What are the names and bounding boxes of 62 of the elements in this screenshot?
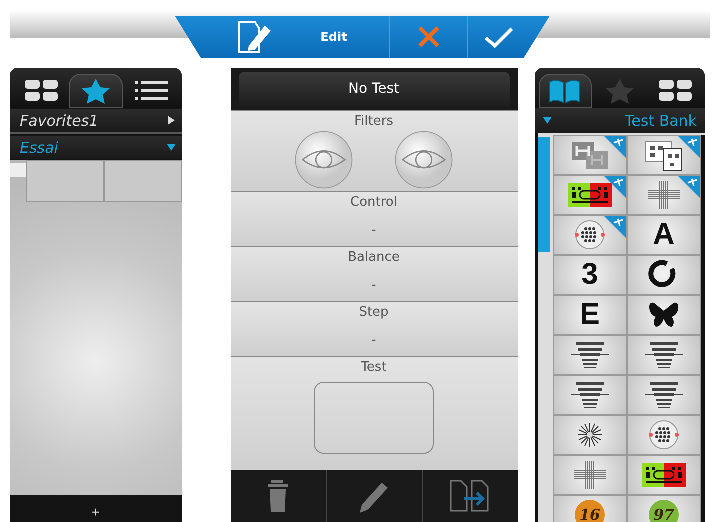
color-plate: 16 — [575, 500, 605, 522]
copy-to-icon — [450, 480, 490, 512]
favorites-list-item[interactable]: Essai — [10, 136, 182, 159]
test-tile[interactable] — [627, 455, 701, 495]
test-tile[interactable] — [553, 135, 627, 175]
test-tile[interactable] — [553, 415, 627, 455]
scrollbar-thumb[interactable] — [538, 137, 550, 252]
test-tile[interactable]: A — [627, 215, 701, 255]
edit-icon — [236, 20, 273, 54]
dropdown-arrow-icon — [543, 116, 552, 125]
eye-icon[interactable] — [294, 130, 354, 190]
optotype-letter: A — [653, 220, 675, 250]
section-title: Balance — [348, 250, 400, 266]
favorites-tab[interactable] — [69, 74, 123, 108]
close-icon — [416, 25, 440, 49]
test-tile[interactable] — [627, 175, 701, 215]
section-title: Test — [361, 360, 387, 376]
test-tile[interactable] — [553, 215, 627, 255]
check-icon — [484, 25, 514, 49]
test-title: No Test — [238, 72, 510, 106]
test-preview-box[interactable] — [314, 382, 434, 454]
test-tile[interactable] — [553, 375, 627, 415]
test-bank-tab[interactable] — [539, 74, 592, 108]
test-tile[interactable] — [627, 375, 701, 415]
test-tile[interactable]: 16 — [553, 495, 627, 522]
section-title: Step — [359, 305, 389, 321]
test-tile[interactable] — [553, 335, 627, 375]
section-title: Control — [350, 195, 398, 211]
optotype-letter: E — [580, 300, 600, 330]
section-value: - — [372, 333, 376, 349]
section-value: - — [372, 278, 376, 294]
test-bank-dropdown[interactable]: Test Bank — [535, 108, 705, 133]
test-tile[interactable] — [627, 255, 701, 295]
acuity-chart-icon — [642, 339, 686, 371]
edit-button[interactable]: Edit — [175, 16, 390, 58]
grid-cell[interactable] — [26, 160, 104, 202]
confirm-button[interactable] — [468, 16, 550, 58]
collapse-arrow-icon — [167, 143, 176, 152]
optotype-letter: 3 — [582, 260, 598, 290]
test-tile[interactable] — [627, 135, 701, 175]
trash-icon — [268, 480, 288, 512]
eye-icon[interactable] — [394, 130, 454, 190]
section-value: - — [372, 223, 376, 239]
test-tile[interactable]: 97 — [627, 495, 701, 522]
expand-arrow-icon — [167, 116, 176, 125]
acuity-chart-icon — [568, 379, 612, 411]
add-button[interactable]: + — [86, 504, 106, 522]
section-title: Filters — [354, 114, 394, 130]
grid-cell[interactable] — [104, 160, 182, 202]
test-tile[interactable]: E — [553, 295, 627, 335]
grid-corner-cell — [10, 163, 26, 177]
test-tile[interactable] — [627, 335, 701, 375]
test-tile[interactable] — [627, 295, 701, 335]
test-tile[interactable] — [627, 415, 701, 455]
acuity-chart-icon — [642, 379, 686, 411]
color-plate: 97 — [649, 500, 679, 522]
favorites-list-item[interactable]: Favorites1 — [10, 109, 182, 134]
book-icon — [548, 78, 582, 104]
test-tile[interactable]: 3 — [553, 255, 627, 295]
acuity-chart-icon — [568, 339, 612, 371]
test-tile[interactable] — [553, 455, 627, 495]
test-tile[interactable] — [553, 175, 627, 215]
